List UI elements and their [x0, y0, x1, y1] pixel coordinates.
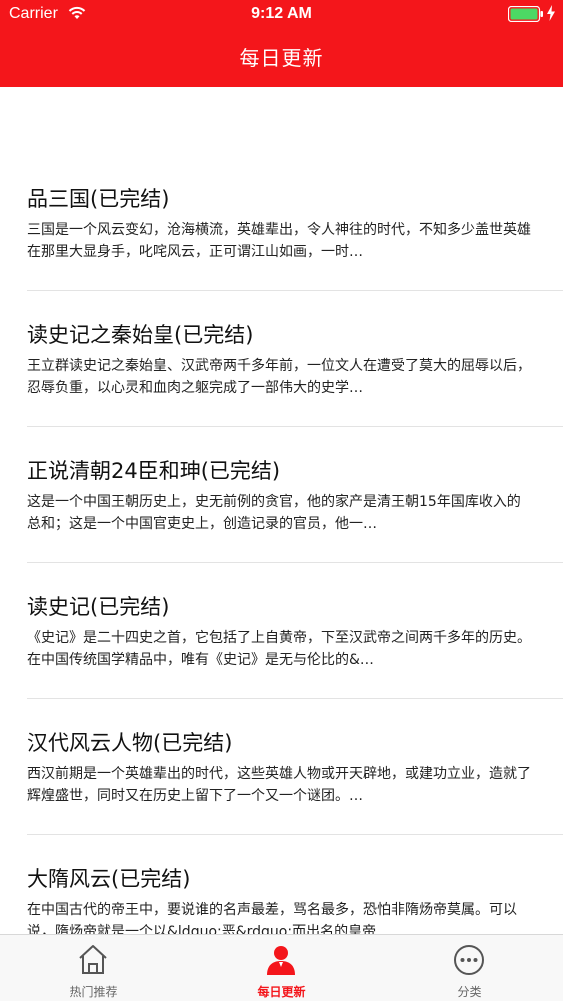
item-description: 在中国古代的帝王中，要说谁的名声最差，骂名最多，恐怕非隋炀帝莫属。可以说，隋炀帝…: [27, 902, 517, 934]
more-icon: [454, 945, 484, 975]
tab-bar: 热门推荐 每日更新 分类: [0, 934, 563, 1001]
charging-icon: [547, 5, 555, 21]
item-description: 这是一个中国王朝历史上，史无前例的贪官，他的家产是清王朝15年国库收入的 总和；…: [27, 494, 521, 532]
tab-category[interactable]: 分类: [376, 935, 563, 1001]
list-item[interactable]: 大隋风云(已完结) 在中国古代的帝王中，要说谁的名声最差，骂名最多，恐怕非隋炀帝…: [27, 835, 563, 934]
tab-label: 分类: [457, 985, 482, 999]
item-description: 西汉前期是一个英雄辈出的时代，这些英雄人物或开天辟地，或建功立业，造就了辉煌盛世…: [27, 766, 531, 804]
tab-label: 热门推荐: [69, 985, 118, 999]
item-description: 王立群读史记之秦始皇、汉武帝两千多年前，一位文人在遭受了莫大的屈辱以后，忍辱负重…: [27, 358, 531, 396]
status-bar: Carrier 9:12 AM: [0, 0, 563, 30]
list-item[interactable]: 汉代风云人物(已完结) 西汉前期是一个英雄辈出的时代，这些英雄人物或开天辟地，或…: [27, 699, 563, 835]
list-item[interactable]: 正说清朝24臣和珅(已完结) 这是一个中国王朝历史上，史无前例的贪官，他的家产是…: [27, 427, 563, 563]
item-title: 正说清朝24臣和珅(已完结): [27, 459, 281, 483]
tab-daily-update[interactable]: 每日更新: [188, 935, 375, 1001]
program-list[interactable]: 品三国(已完结) 三国是一个风云变幻，沧海横流，英雄辈出，令人神往的时代，不知多…: [0, 87, 563, 934]
navigation-header: Carrier 9:12 AM 每日更新: [0, 0, 563, 87]
tab-hot-recommend[interactable]: 热门推荐: [0, 935, 187, 1001]
list-item[interactable]: 读史记(已完结) 《史记》是二十四史之首，它包括了上自黄帝，下至汉武帝之间两千多…: [27, 563, 563, 699]
status-time: 9:12 AM: [251, 5, 312, 22]
list-item[interactable]: 读史记之秦始皇(已完结) 王立群读史记之秦始皇、汉武帝两千多年前，一位文人在遭受…: [27, 291, 563, 427]
item-title: 大隋风云(已完结): [27, 867, 191, 891]
item-title: 品三国(已完结): [27, 187, 170, 211]
battery-icon: [508, 6, 543, 22]
list-item[interactable]: 品三国(已完结) 三国是一个风云变幻，沧海横流，英雄辈出，令人神往的时代，不知多…: [27, 155, 563, 291]
user-icon: [267, 946, 295, 975]
list-top-spacer: [0, 87, 563, 155]
item-description: 《史记》是二十四史之首，它包括了上自黄帝，下至汉武帝之间两千多年的历史。在中国传…: [27, 630, 531, 668]
item-title: 读史记(已完结): [27, 595, 170, 619]
item-title: 汉代风云人物(已完结): [27, 731, 233, 755]
item-description: 三国是一个风云变幻，沧海横流，英雄辈出，令人神往的时代，不知多少盖世英雄在那里大…: [27, 222, 531, 260]
tab-label: 每日更新: [257, 985, 306, 999]
page-title: 每日更新: [239, 46, 324, 70]
item-title: 读史记之秦始皇(已完结): [27, 323, 254, 347]
home-icon: [79, 945, 107, 974]
